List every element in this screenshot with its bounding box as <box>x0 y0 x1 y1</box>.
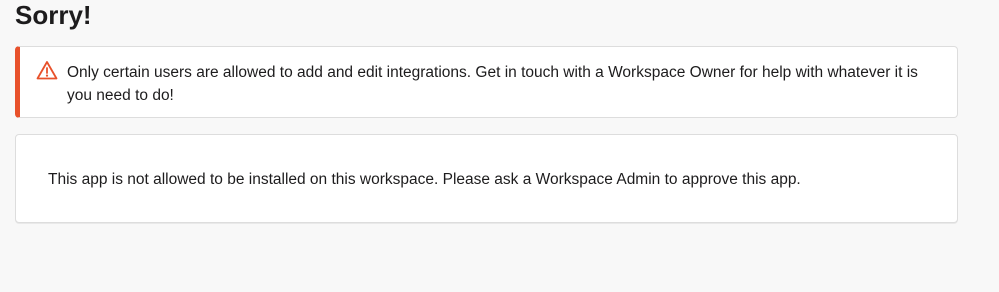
warning-triangle-icon <box>36 60 58 80</box>
warning-alert: Only certain users are allowed to add an… <box>15 46 958 118</box>
info-card: This app is not allowed to be installed … <box>15 134 958 223</box>
page: Sorry! Only certain users are allowed to… <box>0 0 999 292</box>
card-message: This app is not allowed to be installed … <box>48 171 801 188</box>
page-title: Sorry! <box>15 0 92 30</box>
alert-message: Only certain users are allowed to add an… <box>67 64 918 104</box>
